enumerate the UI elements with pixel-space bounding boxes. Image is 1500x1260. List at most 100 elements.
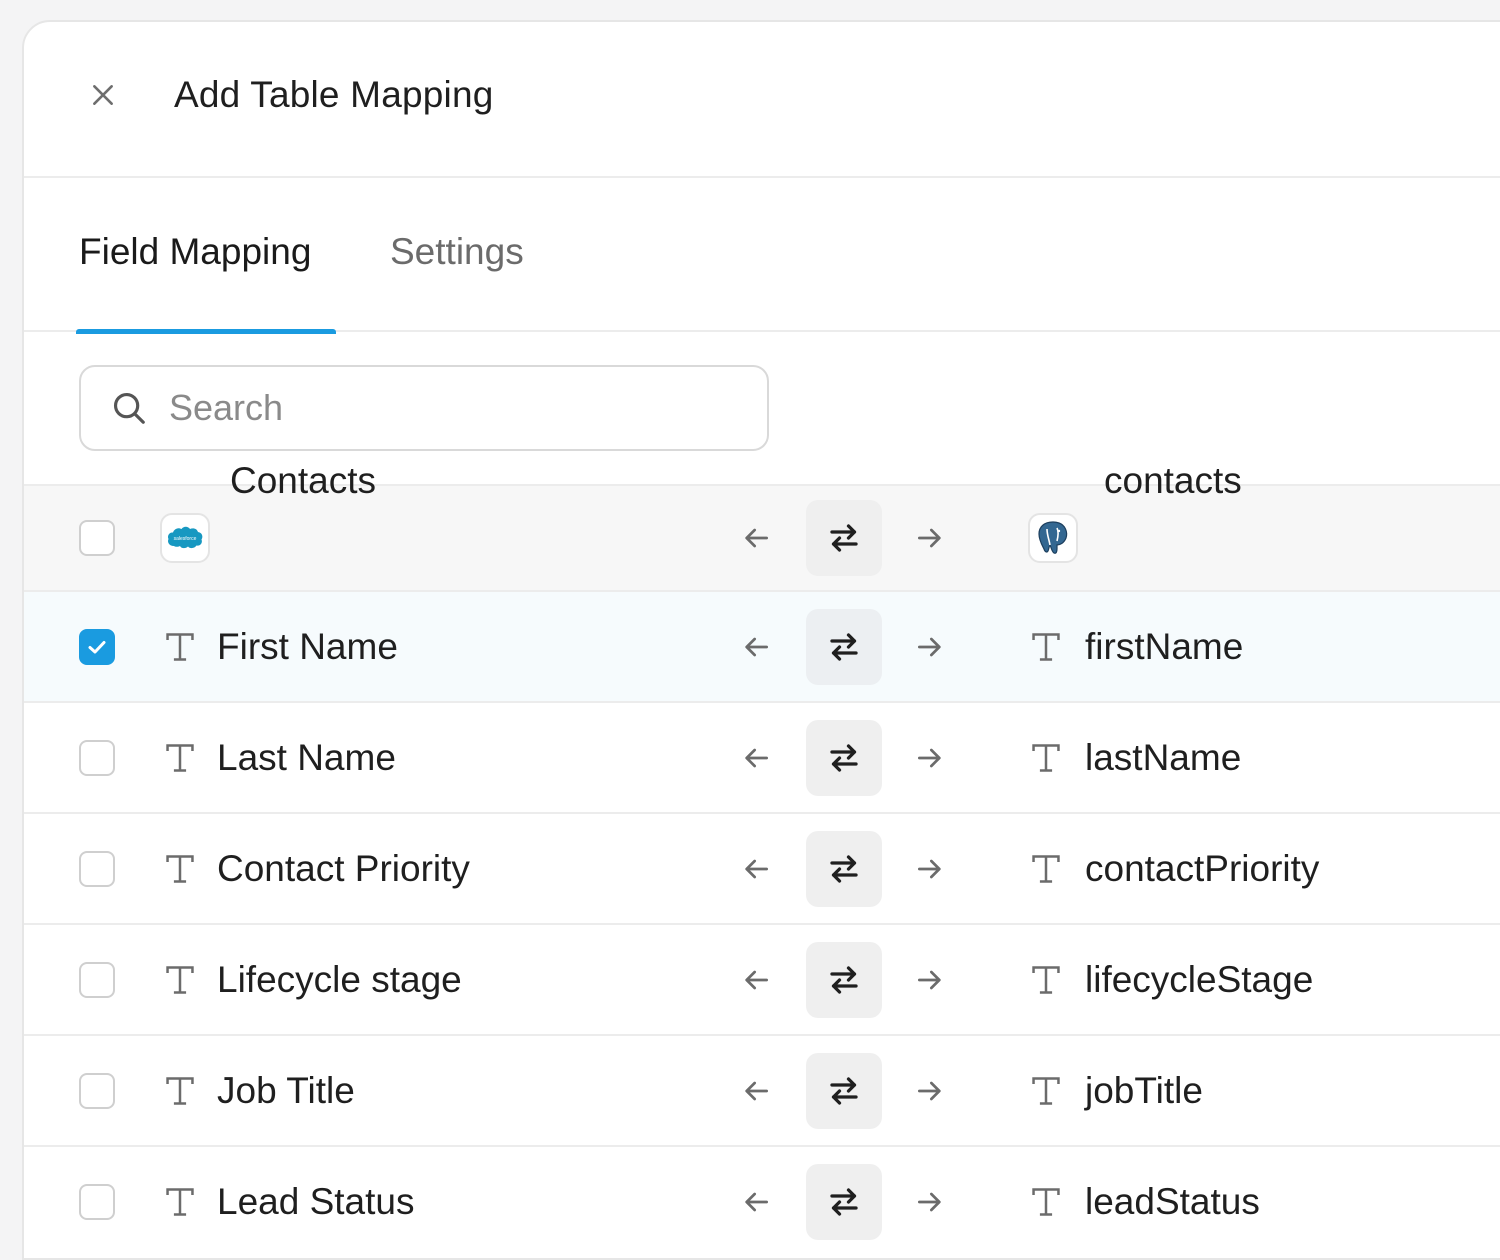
- text-field-icon: [160, 960, 200, 1000]
- row-checkbox[interactable]: [79, 1183, 115, 1220]
- salesforce-icon: salesforce: [168, 526, 203, 549]
- swap-button[interactable]: [806, 608, 882, 685]
- text-field-icon: [160, 1182, 200, 1222]
- text-field-icon: [1026, 1071, 1066, 1111]
- map-right-button[interactable]: [913, 630, 947, 664]
- text-field-icon: [1026, 849, 1066, 889]
- swap-button[interactable]: [806, 830, 882, 907]
- source-field-name: Contact Priority: [217, 847, 470, 889]
- page-title: Add Table Mapping: [174, 74, 494, 115]
- row-checkbox[interactable]: [79, 850, 115, 887]
- source-field-name: First Name: [217, 625, 398, 667]
- swap-arrows-icon: [830, 743, 858, 772]
- destination-field-name: jobTitle: [1085, 1069, 1203, 1111]
- select-all-checkbox[interactable]: [79, 520, 115, 556]
- source-field-name: Job Title: [217, 1069, 355, 1111]
- tab-bar: Field Mapping Settings: [24, 178, 1500, 334]
- text-type-icon: [166, 965, 194, 994]
- source-field-name: Lifecycle stage: [217, 958, 462, 1000]
- row-checkbox[interactable]: [79, 961, 115, 998]
- table-row: Contact Priority contactPriority: [24, 812, 1500, 923]
- close-button[interactable]: [86, 78, 120, 112]
- arrow-right-icon: [918, 748, 941, 767]
- swap-arrows-icon: [830, 632, 858, 661]
- map-left-button[interactable]: [739, 741, 773, 775]
- text-field-icon: [160, 738, 200, 778]
- checkmark-icon: [88, 640, 106, 653]
- text-field-icon: [160, 627, 200, 667]
- tab-settings[interactable]: Settings: [390, 231, 524, 273]
- source-field-name: Last Name: [217, 736, 396, 778]
- swap-button[interactable]: [806, 719, 882, 796]
- arrow-right-icon: [918, 970, 941, 989]
- text-type-icon: [1032, 1076, 1060, 1105]
- arrow-right-icon: [918, 1081, 941, 1100]
- close-icon: [93, 85, 113, 105]
- map-right-button[interactable]: [913, 521, 947, 555]
- destination-field-name: lifecycleStage: [1085, 958, 1314, 1000]
- table-row: Job Title jobTitle: [24, 1034, 1500, 1145]
- arrow-left-icon: [745, 1192, 768, 1211]
- destination-field-name: contactPriority: [1085, 847, 1320, 889]
- text-type-icon: [166, 743, 194, 772]
- mapping-rows: First Name firstName Last Name lastName …: [24, 590, 1500, 1256]
- map-left-button[interactable]: [739, 630, 773, 664]
- destination-field-name: firstName: [1085, 625, 1244, 667]
- mapping-panel: Add Table Mapping Field Mapping Settings…: [22, 20, 1500, 1260]
- map-right-button[interactable]: [913, 1074, 947, 1108]
- swap-button[interactable]: [806, 1163, 882, 1240]
- mapping-table: salesforce Contacts contacts First Name …: [24, 460, 1500, 1256]
- text-field-icon: [160, 1071, 200, 1111]
- map-right-button[interactable]: [913, 1185, 947, 1219]
- text-type-icon: [1032, 854, 1060, 883]
- text-type-icon: [166, 1187, 194, 1216]
- text-type-icon: [1032, 743, 1060, 772]
- text-type-icon: [1032, 632, 1060, 661]
- swap-arrows-icon: [830, 854, 858, 883]
- map-left-button[interactable]: [739, 963, 773, 997]
- arrow-right-icon: [918, 1192, 941, 1211]
- text-field-icon: [1026, 627, 1066, 667]
- swap-arrows-icon: [830, 524, 858, 552]
- text-field-icon: [160, 849, 200, 889]
- map-right-button[interactable]: [913, 741, 947, 775]
- map-right-button[interactable]: [913, 852, 947, 886]
- map-left-button[interactable]: [739, 1074, 773, 1108]
- map-right-button[interactable]: [913, 963, 947, 997]
- table-row: Lifecycle stage lifecycleStage: [24, 923, 1500, 1034]
- map-left-button[interactable]: [739, 1185, 773, 1219]
- tab-field-mapping[interactable]: Field Mapping: [79, 231, 311, 273]
- source-field-name: Lead Status: [217, 1180, 415, 1222]
- search-input[interactable]: [167, 386, 731, 430]
- row-checkbox[interactable]: [79, 1072, 115, 1109]
- destination-field-name: lastName: [1085, 736, 1242, 778]
- text-field-icon: [1026, 960, 1066, 1000]
- arrow-left-icon: [745, 970, 768, 989]
- text-type-icon: [1032, 965, 1060, 994]
- map-left-button[interactable]: [739, 521, 773, 555]
- table-row: Last Name lastName: [24, 701, 1500, 812]
- text-field-icon: [1026, 1182, 1066, 1222]
- swap-arrows-icon: [830, 1076, 858, 1105]
- text-type-icon: [166, 1076, 194, 1105]
- swap-button[interactable]: [806, 500, 882, 576]
- arrow-left-icon: [745, 748, 768, 767]
- arrow-left-icon: [745, 1081, 768, 1100]
- table-header-row: salesforce Contacts contacts: [24, 460, 1500, 616]
- map-left-button[interactable]: [739, 852, 773, 886]
- destination-field-name: leadStatus: [1085, 1180, 1260, 1222]
- arrow-right-icon: [918, 637, 941, 656]
- swap-button[interactable]: [806, 941, 882, 1018]
- svg-text:salesforce: salesforce: [174, 536, 197, 542]
- postgresql-elephant-icon: [1038, 521, 1068, 554]
- text-field-icon: [1026, 738, 1066, 778]
- arrow-left-icon: [745, 859, 768, 878]
- row-checkbox[interactable]: [79, 739, 115, 776]
- arrow-right-icon: [918, 528, 941, 548]
- arrow-left-icon: [745, 637, 768, 656]
- swap-arrows-icon: [830, 965, 858, 994]
- row-checkbox[interactable]: [79, 628, 115, 665]
- swap-button[interactable]: [806, 1052, 882, 1129]
- text-type-icon: [166, 632, 194, 661]
- text-type-icon: [1032, 1187, 1060, 1216]
